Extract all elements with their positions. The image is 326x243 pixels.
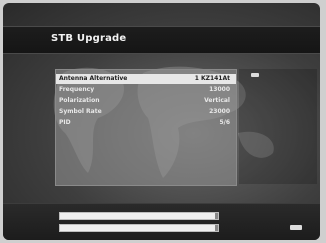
- tv-screen: STB Upgrade Antenna Alternative 1 KZ141A…: [3, 3, 320, 240]
- corner-logo: [290, 225, 302, 230]
- signal-level-fill: [60, 213, 215, 219]
- row-value: Vertical: [204, 97, 230, 104]
- signal-level-bar: [59, 212, 219, 220]
- signal-quality-bar: [59, 224, 219, 232]
- signal-bar-area: [3, 203, 320, 240]
- info-panel: Antenna Alternative 1 KZ141At Frequency …: [55, 69, 237, 186]
- indicator-badge: [251, 73, 259, 77]
- info-row-frequency[interactable]: Frequency 13000: [56, 85, 236, 95]
- side-panel: [239, 69, 317, 184]
- row-value: 13000: [209, 86, 230, 93]
- row-label: PID: [59, 119, 71, 126]
- info-row-antenna[interactable]: Antenna Alternative 1 KZ141At: [56, 74, 236, 84]
- row-label: Polarization: [59, 97, 100, 104]
- row-value: 1 KZ141At: [194, 75, 230, 82]
- title-bar: STB Upgrade: [3, 26, 320, 54]
- info-row-pid[interactable]: PID 5/6: [56, 118, 236, 128]
- info-row-symbol-rate[interactable]: Symbol Rate 23000: [56, 107, 236, 117]
- page-title: STB Upgrade: [51, 33, 127, 44]
- row-label: Antenna Alternative: [59, 75, 128, 82]
- row-label: Frequency: [59, 86, 95, 93]
- row-label: Symbol Rate: [59, 108, 102, 115]
- row-value: 23000: [209, 108, 230, 115]
- row-value: 5/6: [219, 119, 230, 126]
- info-row-polarization[interactable]: Polarization Vertical: [56, 96, 236, 106]
- signal-quality-fill: [60, 225, 215, 231]
